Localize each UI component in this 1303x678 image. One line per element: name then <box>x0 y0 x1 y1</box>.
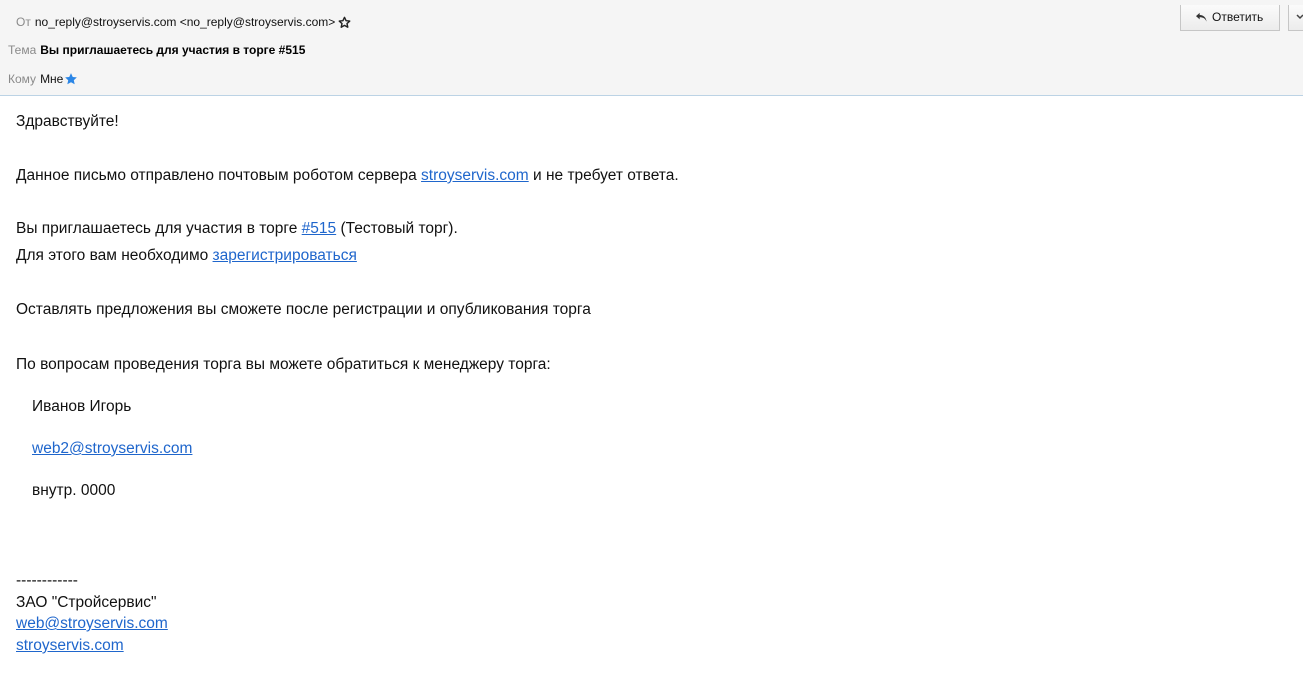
manager-name: Иванов Игорь <box>32 398 132 415</box>
from-row: От no_reply@stroyservis.com <no_reply@str… <box>16 12 351 32</box>
manager-email-link[interactable]: web2@stroyservis.com <box>32 440 192 457</box>
server-link[interactable]: stroyservis.com <box>421 167 529 184</box>
company-email-link[interactable]: web@stroyservis.com <box>16 615 168 632</box>
greeting: Здравствуйте! <box>16 113 119 130</box>
reply-arrow-icon <box>1196 12 1207 22</box>
register-text: Для этого вам необходимо <box>16 247 213 264</box>
register-line: Для этого вам необходимо зарегистрироват… <box>16 246 357 266</box>
to-label: Кому <box>8 72 37 86</box>
signature-separator: ------------ <box>16 572 78 589</box>
subject-text: Вы приглашаетесь для участия в торге #51… <box>40 43 306 57</box>
manager-email-line: web2@stroyservis.com <box>32 439 192 459</box>
subject-label: Тема <box>8 43 37 57</box>
invitation-text-2: (Тестовый торг). <box>336 220 458 237</box>
robot-notice: Данное письмо отправлено почтовым робото… <box>16 166 679 186</box>
company-site-link[interactable]: stroyservis.com <box>16 637 124 654</box>
star-outline-icon[interactable] <box>338 15 351 35</box>
manager-extension: внутр. 0000 <box>32 482 116 499</box>
reply-label: Ответить <box>1212 10 1264 24</box>
subject-row: Тема Вы приглашаетесь для участия в торге… <box>8 40 305 60</box>
chevron-down-icon <box>1296 14 1303 20</box>
robot-notice-text-2: и не требует ответа. <box>528 167 679 184</box>
to-row: Кому Мне <box>8 69 78 89</box>
more-actions-button[interactable] <box>1288 5 1303 31</box>
register-link[interactable]: зарегистрироваться <box>213 247 357 264</box>
to-recipient[interactable]: Мне <box>40 72 63 86</box>
invitation-text-1: Вы приглашаетесь для участия в торге <box>16 220 302 237</box>
star-filled-icon[interactable] <box>64 72 78 92</box>
invitation-line: Вы приглашаетесь для участия в торге #51… <box>16 219 458 239</box>
from-address[interactable]: no_reply@stroyservis.com <no_reply@stroy… <box>35 15 335 29</box>
offers-info: Оставлять предложения вы сможете после р… <box>16 301 591 318</box>
contact-intro: По вопросам проведения торга вы можете о… <box>16 356 551 373</box>
reply-button[interactable]: Ответить <box>1180 5 1280 31</box>
company-email-line: web@stroyservis.com <box>16 614 168 634</box>
from-label: От <box>16 15 31 29</box>
company-site-line: stroyservis.com <box>16 636 124 656</box>
company-name: ЗАО "Стройсервис" <box>16 594 157 611</box>
message-header: От no_reply@stroyservis.com <no_reply@str… <box>0 0 1303 96</box>
robot-notice-text-1: Данное письмо отправлено почтовым робото… <box>16 167 422 184</box>
tender-link[interactable]: #515 <box>302 220 336 237</box>
